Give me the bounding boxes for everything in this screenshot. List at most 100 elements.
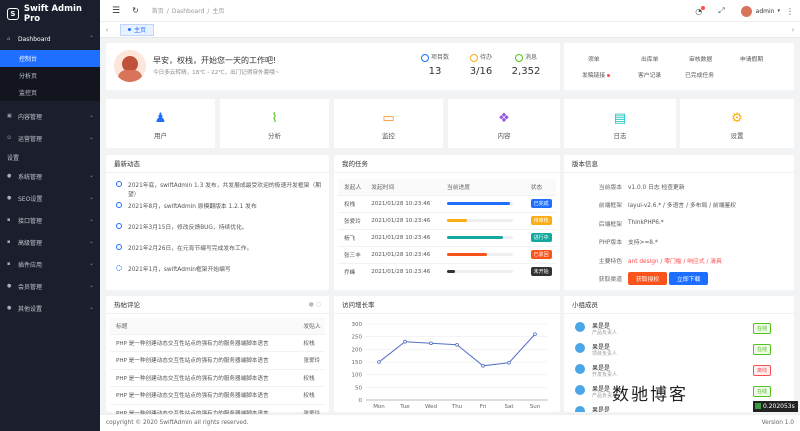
weather-text: 今日多云转晴，18℃ - 22℃，出门记得穿外套哦~	[153, 70, 280, 76]
task-time: 2021/01/28 10:23:46	[365, 262, 441, 280]
module-analysis[interactable]: ⌇ 分析	[220, 99, 329, 148]
stat-messages[interactable]: 消息 2,352	[506, 52, 546, 77]
table-row[interactable]: PHP 是一种创建动态交互性站点的强有力的服务器端脚本语言 权栈	[110, 333, 325, 352]
col-title: 标题	[110, 318, 298, 334]
avatar	[575, 343, 585, 353]
task-time: 2021/01/28 10:23:46	[365, 245, 441, 263]
project-icon	[420, 53, 429, 62]
get-license-button[interactable]: 获取授权	[628, 272, 668, 286]
module-content[interactable]: ❖ 内容	[448, 99, 560, 148]
module-settings[interactable]: ⚙ 设置	[680, 99, 794, 148]
timeline-dot-icon	[116, 265, 122, 271]
module-monitor[interactable]: ▭ 监控	[334, 99, 443, 148]
version-value: ant design / 零门槛 / 响应式 / 清爽	[628, 258, 722, 265]
status-badge: 进行中	[530, 233, 552, 242]
table-row[interactable]: 乔峰 2021/01/28 10:23:46 未开始	[338, 262, 556, 280]
quick-link-6[interactable]: 客户记录	[638, 70, 661, 79]
notification-dot	[701, 5, 706, 10]
y-tick-label: 250	[352, 335, 363, 341]
quick-link-1[interactable]: 须单	[588, 54, 600, 63]
news-item: 2021年3月15日，修改反馈BUG，持续优化。	[106, 219, 329, 240]
table-row[interactable]: 杨飞 2021/01/28 10:23:46 进行中	[338, 228, 556, 246]
todo-icon	[469, 53, 478, 62]
module-logs[interactable]: ▤ 日志	[564, 99, 676, 148]
more-icon[interactable]: ⋮	[786, 7, 794, 16]
status-badge: 在线	[752, 323, 771, 334]
version-value: layui-v2.6.* / 多语言 / 多布局 / 前端鉴权	[628, 203, 737, 210]
timeline-dot-icon	[116, 244, 122, 250]
module-users[interactable]: ♟ 用户	[106, 99, 215, 148]
table-row[interactable]: 张爱玲 2021/01/28 10:23:46 待审核	[338, 211, 556, 229]
sidebar-item-content[interactable]: ▣ 内容管理 ⌄	[0, 105, 100, 127]
y-tick-label: 200	[352, 347, 363, 353]
quick-link-3[interactable]: 审核数据	[689, 54, 712, 63]
download-button[interactable]: 立即下载	[669, 272, 709, 286]
menu-toggle-icon[interactable]: ☰	[112, 6, 120, 16]
sidebar-item-plugins[interactable]: ▪ 插件应用 ⌄	[0, 253, 100, 275]
user-name[interactable]: admin	[756, 8, 775, 15]
table-row[interactable]: PHP 是一种创建动态交互性站点的强有力的服务器端脚本语言 权栈	[110, 368, 325, 387]
table-row[interactable]: PHP 是一种创建动态交互性站点的强有力的服务器端脚本语言张爱玲	[110, 351, 325, 369]
refresh-icon[interactable]: ↻	[132, 6, 139, 15]
monitor-icon: ▭	[382, 111, 395, 126]
app-logo[interactable]: S Swift Admin Pro	[0, 0, 100, 28]
version-key: 后端框架	[598, 221, 622, 228]
message-icon	[514, 53, 523, 62]
version-buttons: 获取授权 立即下载	[622, 270, 794, 289]
sidebar-item-system[interactable]: ● 系统管理 ⌄	[0, 165, 100, 187]
load-time-badge: 0.202053s	[753, 401, 798, 412]
sidebar-item-other[interactable]: ● 其他设置 ⌄	[0, 297, 100, 319]
avatar	[575, 385, 585, 395]
logo-icon: S	[7, 8, 19, 20]
task-time: 2021/01/28 10:23:46	[365, 228, 441, 246]
watermark: 数驰博客	[612, 385, 688, 405]
sidebar-item-operations[interactable]: ⊙ 运营管理 ⌄	[0, 127, 100, 149]
tab-home[interactable]: 主页	[120, 23, 155, 36]
stat-todo[interactable]: 待办 3/16	[461, 52, 501, 77]
breadcrumb-current: 主页	[212, 8, 225, 15]
welcome-card: 早安，权栈，开始您一天的工作吧! 今日多云转晴，18℃ - 22℃，出门记得穿外…	[106, 43, 560, 90]
sidebar-item-analysis[interactable]: 分析页	[0, 67, 100, 84]
sidebar-item-members[interactable]: ● 会员管理 ⌄	[0, 275, 100, 297]
sidebar-item-monitor[interactable]: 监控页	[0, 84, 100, 101]
col-time: 发起时间	[365, 179, 441, 195]
task-initiator: 张爱玲	[338, 211, 366, 229]
task-progress	[440, 228, 525, 246]
avatar[interactable]	[740, 5, 752, 17]
breadcrumb-home[interactable]: 首页	[152, 8, 164, 15]
sidebar-item-console[interactable]: 控制台	[0, 50, 100, 67]
col-poster: 发贴人	[297, 318, 325, 334]
table-row[interactable]: 权栈 2021/01/28 10:23:46 已完成	[338, 194, 556, 212]
stat-projects[interactable]: 项目数 13	[415, 52, 455, 77]
quick-link-7[interactable]: 已完成任务	[685, 70, 714, 79]
sidebar-item-seo[interactable]: ● SEO设置 ⌄	[0, 187, 100, 209]
speed-icon	[755, 403, 761, 409]
notification-icon[interactable]: ◔	[695, 5, 706, 16]
quick-link-5[interactable]: 发稿链接	[582, 70, 611, 79]
user-dropdown-icon[interactable]: ▾	[777, 8, 780, 14]
plugin-icon: ▪	[7, 261, 11, 267]
quick-link-2[interactable]: 出库单	[641, 54, 658, 63]
table-row[interactable]: 张三丰 2021/01/28 10:23:46 已驳回	[338, 245, 556, 263]
member-role: 开发负责人	[592, 372, 618, 378]
chevron-down-icon: ⌄	[88, 216, 94, 223]
carousel-dots[interactable]: ● ○	[309, 296, 321, 314]
sidebar-item-dashboard[interactable]: ⌂ Dashboard ⌃	[0, 28, 100, 50]
members-icon: ●	[7, 283, 12, 289]
task-initiator: 张三丰	[338, 245, 366, 263]
table-row[interactable]: PHP 是一种创建动态交互性站点的强有力的服务器端脚本语言 权栈	[110, 386, 325, 404]
version-key: 主要特色	[598, 258, 622, 265]
sidebar-item-advanced[interactable]: ▪ 高级管理 ⌄	[0, 231, 100, 253]
breadcrumb-dashboard[interactable]: Dashboard	[172, 8, 205, 15]
footer: copyright © 2020 SwiftAdmin all rights r…	[100, 414, 800, 431]
progress-bar	[446, 202, 513, 205]
quick-link-4[interactable]: 申请假期	[740, 54, 763, 63]
fullscreen-icon[interactable]: ⤢	[718, 6, 724, 16]
chart-title: 访问增长率	[334, 296, 560, 314]
series-line	[378, 333, 536, 367]
tab-scroll-left-icon[interactable]: ‹	[100, 26, 114, 34]
tab-scroll-right-icon[interactable]: ›	[786, 26, 800, 34]
version-value: 支持>=8.*	[628, 240, 658, 247]
progress-fill	[446, 219, 467, 222]
sidebar-item-api[interactable]: ▪ 接口管理 ⌄	[0, 209, 100, 231]
